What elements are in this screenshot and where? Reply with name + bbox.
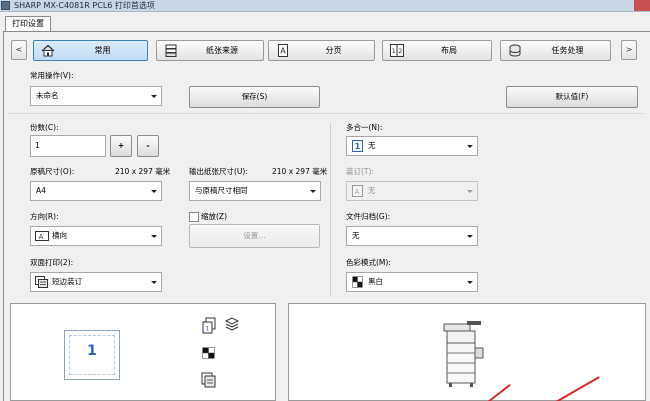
collate-icon: 1	[201, 317, 217, 337]
close-button[interactable]	[634, 0, 650, 11]
svg-text:1: 1	[206, 326, 210, 333]
chevron-down-icon	[151, 190, 157, 193]
chevron-down-icon	[467, 190, 473, 193]
staple-icon: A	[351, 185, 364, 197]
tab-strip: 打印设置	[0, 12, 650, 32]
orientation-label: 方向(R):	[30, 212, 59, 221]
svg-text:A: A	[39, 233, 44, 241]
title-bar: SHARP MX-C4081R PCL6 打印首选项	[0, 0, 650, 12]
nav-prev-button[interactable]: <	[11, 40, 27, 60]
chevron-down-icon	[151, 95, 157, 98]
home-icon	[41, 44, 55, 57]
nav-next-button[interactable]: >	[621, 40, 637, 60]
copies-plus-button[interactable]: +	[110, 135, 132, 157]
zoom-checkbox[interactable]	[189, 212, 199, 222]
nav-item-label: 布局	[441, 46, 457, 55]
landscape-icon: A	[35, 230, 49, 242]
layout-icon: 12	[390, 44, 404, 57]
original-size-label: 原稿尺寸(O):	[30, 167, 75, 176]
nav-item-label: 任务处理	[551, 46, 584, 55]
default-button[interactable]: 默认值(F)	[506, 86, 638, 108]
zoom-label: 缩放(Z)	[201, 212, 227, 221]
nav-item-label: 纸张来源	[206, 46, 238, 55]
zoom-settings-button[interactable]: 设置...	[189, 224, 320, 248]
chevron-down-icon	[310, 190, 316, 193]
svg-text:A: A	[280, 47, 286, 56]
duplex-value: 短边装订	[52, 277, 82, 286]
window-title: SHARP MX-C4081R PCL6 打印首选项	[14, 1, 155, 10]
duplex-icon	[35, 276, 48, 288]
original-size-dimensions: 210 x 297 毫米	[115, 167, 171, 176]
nav-item-label: 常用	[94, 46, 111, 55]
job-handling-icon	[508, 44, 522, 57]
retention-label: 文件归档(G):	[346, 212, 391, 221]
binding-label: 装订(T):	[346, 167, 374, 176]
document-preview: 1 1	[10, 303, 276, 401]
section-divider	[8, 113, 644, 114]
original-size-select[interactable]: A4	[30, 181, 162, 201]
svg-text:1: 1	[355, 142, 361, 151]
color-mode-value: 黑白	[368, 277, 383, 286]
duplex-select[interactable]: 短边装订	[30, 272, 162, 292]
nav-item-paper-source[interactable]: 纸张来源	[156, 40, 264, 61]
nav-item-page[interactable]: A 分页	[268, 40, 375, 61]
svg-text:A: A	[355, 188, 360, 196]
binding-select[interactable]: A 无	[346, 181, 478, 201]
original-size-value: A4	[36, 186, 46, 195]
output-size-label: 输出纸张尺寸(U):	[189, 167, 248, 176]
column-divider	[330, 123, 331, 295]
n-up-label: 多合一(N):	[346, 123, 383, 132]
page-icon: A	[276, 44, 290, 57]
chevron-down-icon	[467, 235, 473, 238]
orientation-select[interactable]: A 横向	[30, 226, 162, 246]
nav-item-label: 分页	[325, 46, 342, 55]
copies-value: 1	[35, 141, 40, 150]
nav-item-layout[interactable]: 12 布局	[382, 40, 492, 61]
orientation-value: 横向	[52, 231, 67, 240]
nav-item-job-handling[interactable]: 任务处理	[500, 40, 611, 61]
color-mode-select[interactable]: 黑白	[346, 272, 478, 292]
output-size-value: 与原稿尺寸相同	[195, 186, 248, 195]
copies-minus-button[interactable]: -	[137, 135, 159, 157]
color-mode-icon	[351, 276, 364, 288]
output-size-dimensions: 210 x 297 毫米	[272, 167, 328, 176]
paper-tray-icon	[164, 44, 178, 57]
svg-text:2: 2	[398, 47, 402, 55]
copies-input[interactable]: 1	[30, 135, 106, 157]
chevron-down-icon	[467, 145, 473, 148]
preview-page-number: 1	[87, 343, 97, 359]
n-up-value: 无	[368, 141, 376, 150]
nav-item-general[interactable]: 常用	[33, 40, 148, 61]
svg-text:1: 1	[392, 47, 396, 55]
printer-app-icon	[1, 1, 10, 10]
save-button[interactable]: 保存(S)	[189, 86, 320, 108]
retention-value: 无	[352, 231, 360, 240]
duplex-label: 双面打印(2):	[30, 258, 74, 267]
color-mode-label: 色彩模式(M):	[346, 258, 391, 267]
tab-print-settings[interactable]: 打印设置	[5, 16, 51, 32]
color-mode-preview-icon	[202, 347, 215, 361]
n-up-icon: 1	[351, 140, 364, 152]
binding-value: 无	[368, 186, 376, 195]
duplex-preview-icon	[201, 372, 216, 390]
chevron-down-icon	[151, 281, 157, 284]
favorites-value: 未命名	[36, 91, 59, 100]
preview-page: 1	[64, 330, 120, 380]
chevron-down-icon	[151, 235, 157, 238]
favorites-select[interactable]: 未命名	[30, 86, 162, 106]
favorites-label: 常用操作(V):	[30, 71, 74, 80]
n-up-select[interactable]: 1 无	[346, 136, 478, 156]
printer-preview	[288, 303, 646, 401]
copies-label: 份数(C):	[30, 123, 59, 132]
stack-icon	[224, 317, 240, 333]
retention-select[interactable]: 无	[346, 226, 478, 246]
chevron-down-icon	[467, 281, 473, 284]
printer-machine-icon	[439, 320, 489, 392]
output-size-select[interactable]: 与原稿尺寸相同	[189, 181, 321, 201]
